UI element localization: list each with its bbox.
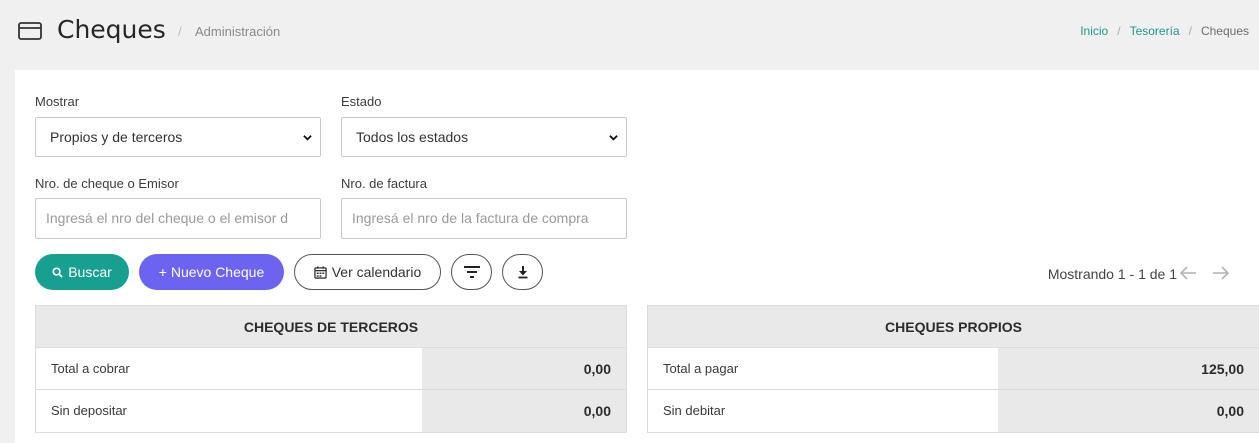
table-row: Sin debitar 0,00 bbox=[648, 390, 1259, 432]
table-row: Total a cobrar 0,00 bbox=[36, 348, 626, 390]
estado-select-value: Todos los estados bbox=[356, 129, 469, 145]
row-value: 0,00 bbox=[422, 348, 626, 389]
chevron-down-icon bbox=[303, 135, 312, 141]
new-cheque-button[interactable]: + Nuevo Cheque bbox=[139, 254, 284, 290]
row-label: Total a pagar bbox=[648, 348, 998, 389]
calendar-button-label: Ver calendario bbox=[331, 264, 422, 280]
breadcrumb-tesoreria[interactable]: Tesorería bbox=[1130, 24, 1180, 38]
breadcrumb-separator: / bbox=[1117, 24, 1121, 38]
cheques-card: Mostrar Propios y de terceros Estado Tod… bbox=[15, 70, 1259, 443]
cheques-terceros-table: CHEQUES DE TERCEROS Total a cobrar 0,00 … bbox=[35, 305, 627, 433]
calendar-button[interactable]: Ver calendario bbox=[294, 254, 441, 290]
filter-button[interactable] bbox=[451, 254, 492, 290]
breadcrumb: Inicio / Tesorería / Cheques bbox=[1080, 24, 1249, 38]
mostrar-label: Mostrar bbox=[35, 94, 80, 109]
cheques-propios-table: CHEQUES PROPIOS Total a pagar 125,00 Sin… bbox=[647, 305, 1259, 433]
pagination-info: Mostrando 1 - 1 de 1 bbox=[1047, 266, 1177, 282]
search-button[interactable]: Buscar bbox=[35, 254, 129, 290]
arrow-left-icon[interactable] bbox=[1179, 266, 1197, 280]
row-value: 0,00 bbox=[998, 390, 1259, 432]
download-button[interactable] bbox=[502, 254, 543, 290]
mostrar-select[interactable]: Propios y de terceros bbox=[35, 117, 321, 157]
filter-icon bbox=[463, 266, 480, 278]
propios-title: CHEQUES PROPIOS bbox=[648, 306, 1259, 348]
page-title: Cheques bbox=[57, 15, 166, 44]
row-label: Total a cobrar bbox=[36, 348, 422, 389]
chevron-down-icon bbox=[609, 135, 618, 141]
factura-label: Nro. de factura bbox=[341, 176, 427, 191]
breadcrumb-cheques: Cheques bbox=[1200, 24, 1249, 38]
table-row: Sin depositar 0,00 bbox=[36, 390, 626, 432]
estado-select[interactable]: Todos los estados bbox=[341, 117, 627, 157]
table-row: Total a pagar 125,00 bbox=[648, 348, 1259, 390]
search-icon bbox=[52, 266, 63, 278]
page-subtitle: Administración bbox=[195, 24, 281, 39]
breadcrumb-separator: / bbox=[1188, 24, 1192, 38]
download-icon bbox=[518, 266, 527, 279]
arrow-right-icon[interactable] bbox=[1212, 266, 1230, 280]
row-value: 125,00 bbox=[998, 348, 1259, 389]
cheque-emisor-input[interactable]: Ingresá el nro del cheque o el emisor d bbox=[35, 198, 321, 239]
row-value: 0,00 bbox=[422, 390, 626, 432]
mostrar-select-value: Propios y de terceros bbox=[50, 129, 183, 145]
page-header: Cheques / Administración Inicio / Tesore… bbox=[0, 0, 1259, 64]
new-cheque-label: + Nuevo Cheque bbox=[158, 264, 265, 280]
calendar-icon bbox=[314, 265, 327, 279]
credit-card-icon bbox=[18, 22, 42, 40]
title-separator: / bbox=[178, 24, 182, 39]
row-label: Sin depositar bbox=[36, 390, 422, 432]
search-button-label: Buscar bbox=[68, 264, 112, 280]
estado-label: Estado bbox=[341, 94, 382, 109]
terceros-title: CHEQUES DE TERCEROS bbox=[36, 306, 626, 348]
factura-input[interactable]: Ingresá el nro de la factura de compra bbox=[341, 198, 627, 239]
cheque-emisor-label: Nro. de cheque o Emisor bbox=[35, 176, 179, 191]
breadcrumb-inicio[interactable]: Inicio bbox=[1080, 24, 1108, 38]
row-label: Sin debitar bbox=[648, 390, 998, 432]
